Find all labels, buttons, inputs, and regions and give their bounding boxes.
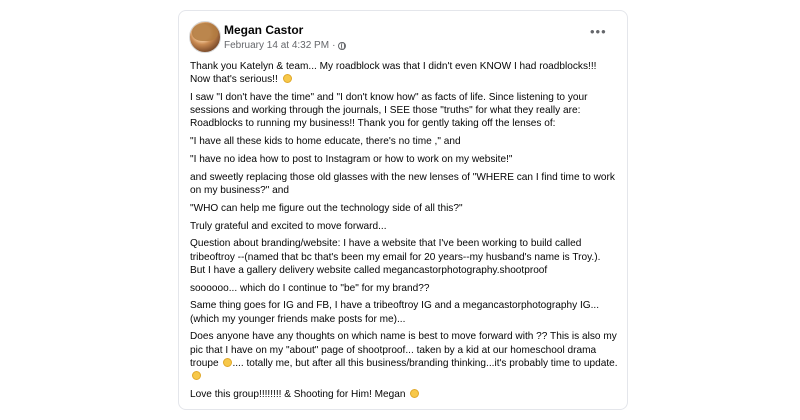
post-body: Thank you Katelyn & team... My roadblock… bbox=[190, 60, 618, 406]
post-paragraph: Same thing goes for IG and FB, I have a … bbox=[190, 300, 600, 325]
author-avatar[interactable] bbox=[189, 21, 221, 53]
more-options-icon: ••• bbox=[590, 24, 607, 39]
post-paragraph: Does anyone have any thoughts on which n… bbox=[190, 330, 618, 383]
post-paragraph: Question about branding/website: I have … bbox=[190, 238, 601, 276]
globe-icon bbox=[338, 42, 347, 50]
post-paragraph: I saw "I don't have the time" and "I don… bbox=[190, 92, 588, 130]
more-options-button[interactable]: ••• bbox=[590, 24, 607, 39]
meta-separator: · bbox=[332, 40, 336, 51]
author-name[interactable]: Megan Castor bbox=[224, 23, 303, 37]
post-paragraph: Love this group!!!!!!!! & Shooting for H… bbox=[190, 388, 618, 401]
post-paragraph: and sweetly replacing those old glasses … bbox=[190, 171, 615, 196]
post-paragraph: soooooo... which do I continue to "be" f… bbox=[190, 282, 430, 294]
post-paragraph: "I have no idea how to post to Instagram… bbox=[190, 154, 513, 165]
post-paragraph: "I have all these kids to home educate, … bbox=[190, 136, 461, 148]
avatar-image bbox=[192, 23, 218, 41]
post-paragraph: Truly grateful and excited to move forwa… bbox=[190, 220, 387, 232]
post-paragraph: "WHO can help me figure out the technolo… bbox=[190, 202, 463, 214]
smiling-emoji-icon bbox=[192, 371, 201, 380]
post-paragraph: Thank you Katelyn & team... My roadblock… bbox=[190, 61, 597, 86]
grinning-emoji-icon bbox=[282, 74, 292, 84]
post-timestamp[interactable]: February 14 at 4:32 PM bbox=[224, 40, 329, 52]
post-meta: February 14 at 4:32 PM · bbox=[224, 40, 347, 52]
smiling-emoji-icon bbox=[410, 388, 420, 398]
